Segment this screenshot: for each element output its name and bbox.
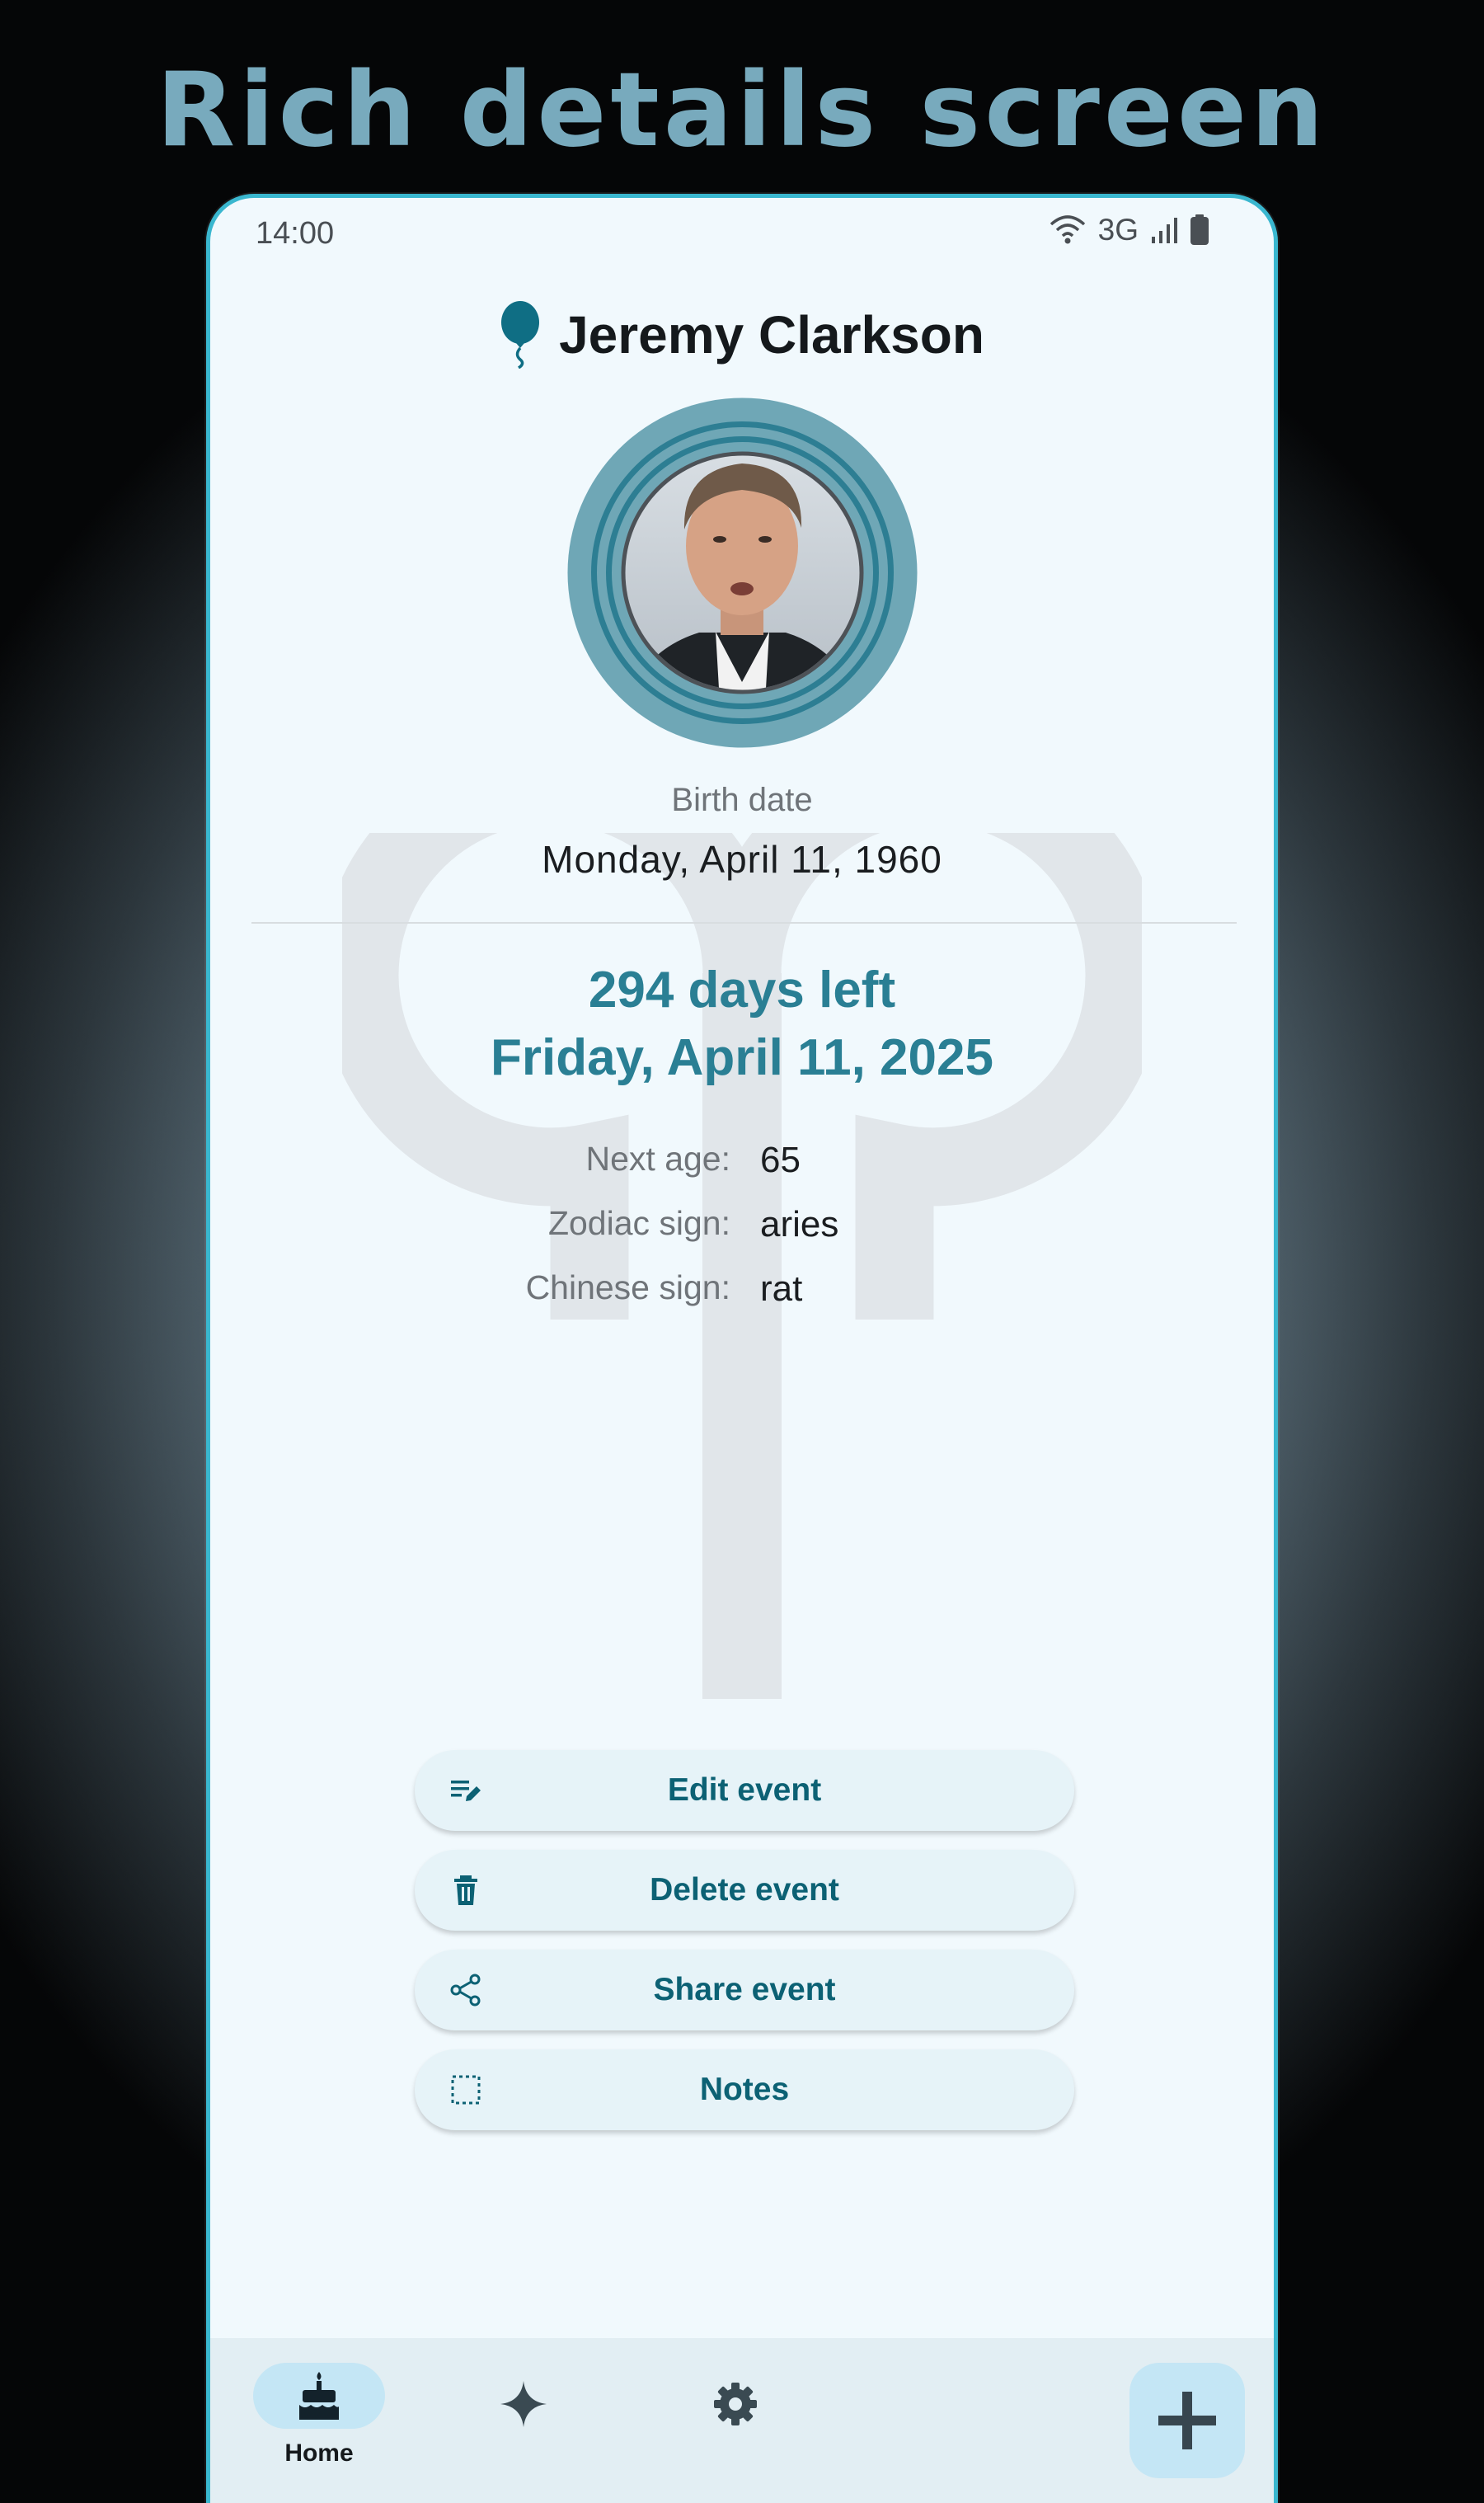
sparkle-icon[interactable] — [499, 2379, 548, 2429]
info-label: Chinese sign: — [525, 1268, 730, 1306]
wifi-icon — [1050, 215, 1085, 244]
page-headline: Rich details screen — [156, 51, 1328, 170]
birth-date-caption: Birth date — [671, 782, 813, 818]
plus-icon — [1158, 2392, 1216, 2449]
signal-icon — [1152, 218, 1177, 243]
person-name: Jeremy Clarkson — [559, 305, 984, 365]
info-row-chinese-sign: Chinese sign: rat — [210, 1268, 1274, 1318]
info-row-next-age: Next age: 65 — [210, 1140, 1274, 1189]
event-title-row: Jeremy Clarkson — [210, 301, 1274, 369]
network-type: 3G — [1097, 213, 1139, 247]
balloon-icon — [501, 301, 540, 369]
info-row-zodiac-sign: Zodiac sign: aries — [210, 1204, 1274, 1254]
action-label: Edit event — [667, 1772, 822, 1808]
cake-icon — [299, 2372, 339, 2420]
notes-button[interactable]: Notes — [415, 2049, 1074, 2130]
action-label: Notes — [699, 2072, 790, 2107]
nav-home-tab[interactable] — [253, 2363, 385, 2429]
info-value: rat — [760, 1268, 803, 1309]
info-value: 65 — [760, 1140, 801, 1180]
next-birthday-date: Friday, April 11, 2025 — [491, 1029, 993, 1086]
avatar — [567, 398, 918, 748]
status-bar: 14:00 3G — [210, 198, 1274, 264]
divider — [251, 922, 1237, 924]
birth-date-value: Monday, April 11, 1960 — [542, 838, 942, 881]
battery-icon — [1190, 214, 1209, 245]
info-value: aries — [760, 1204, 839, 1244]
info-label: Zodiac sign: — [547, 1204, 730, 1242]
action-label: Share event — [653, 1972, 836, 2007]
add-event-button[interactable] — [1129, 2363, 1245, 2478]
status-time: 14:00 — [256, 216, 335, 251]
delete-event-button[interactable]: Delete event — [415, 1850, 1074, 1931]
bottom-navigation: Home — [210, 2338, 1274, 2503]
nav-home-label[interactable]: Home — [253, 2439, 385, 2468]
phone-frame: 14:00 3G Jeremy Clarkson Birth date Mond… — [206, 194, 1278, 2503]
share-event-button[interactable]: Share event — [415, 1950, 1074, 2030]
gear-icon[interactable] — [711, 2379, 760, 2429]
days-left: 294 days left — [588, 962, 896, 1019]
status-icons: 3G — [1049, 213, 1209, 247]
edit-event-button[interactable]: Edit event — [415, 1750, 1074, 1831]
action-label: Delete event — [650, 1872, 839, 1908]
info-label: Next age: — [585, 1140, 731, 1178]
